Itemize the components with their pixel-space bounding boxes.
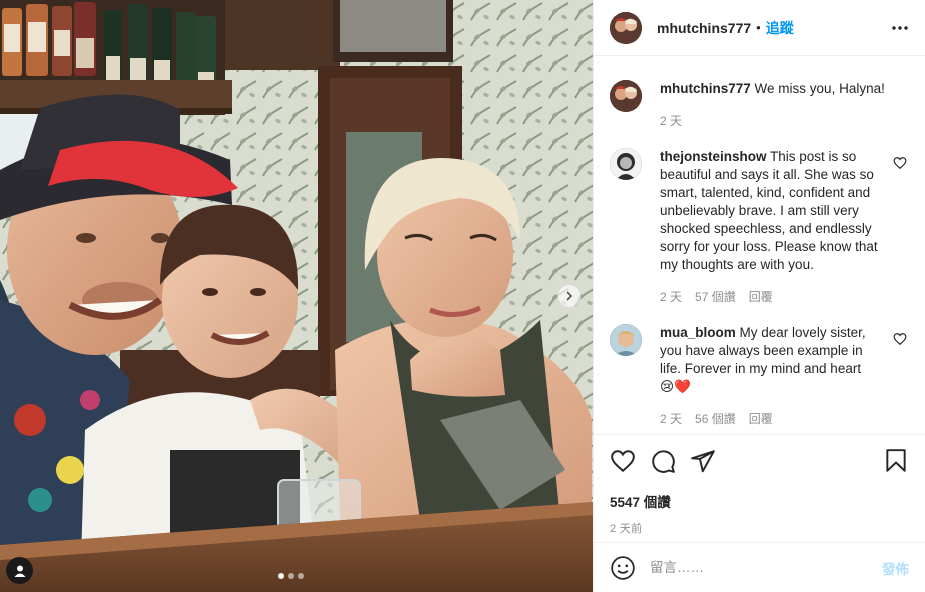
carousel-dot: [298, 573, 304, 579]
comment-body: mua_bloom My dear lovely sister, you hav…: [660, 324, 909, 428]
comment-avatar[interactable]: [610, 324, 642, 356]
comment-avatar[interactable]: [610, 80, 642, 112]
reply-button[interactable]: 回覆: [749, 410, 773, 428]
post-time[interactable]: 2 天前: [610, 520, 909, 536]
post-header: mhutchins777 • 追蹤: [594, 0, 925, 56]
comment-body: mhutchins777 We miss you, Halyna! 2 天: [660, 80, 909, 130]
comment-age: 2 天: [660, 290, 683, 304]
comment-meta: 2 天 57 個讚 回覆: [660, 288, 887, 306]
post-side-panel: mhutchins777 • 追蹤 mhutchins777 We miss y…: [593, 0, 925, 592]
comment-avatar-image: [610, 148, 642, 180]
author-avatar[interactable]: [610, 11, 642, 44]
author-avatar-image: [610, 11, 642, 44]
comment-meta: 2 天: [660, 112, 887, 130]
heart-icon[interactable]: [893, 156, 907, 170]
reply-button[interactable]: 回覆: [749, 288, 773, 306]
author-username[interactable]: mhutchins777: [657, 20, 751, 36]
add-comment-bar: 發佈: [594, 542, 925, 592]
next-image-button[interactable]: [557, 284, 581, 308]
caption: mhutchins777 We miss you, Halyna! 2 天: [610, 80, 909, 130]
heart-icon[interactable]: [893, 332, 907, 346]
header-separator: •: [756, 20, 761, 35]
photo-scene: [0, 0, 593, 592]
likes-count[interactable]: 5547 個讚: [610, 491, 909, 511]
post-comment-button[interactable]: 發佈: [882, 558, 909, 578]
comment-text: This post is so beautiful and says it al…: [660, 149, 878, 272]
comment-body: thejonsteinshow This post is so beautifu…: [660, 148, 909, 306]
comment-avatar[interactable]: [610, 148, 642, 180]
tagged-user-button[interactable]: [6, 557, 33, 584]
comment: thejonsteinshow This post is so beautifu…: [610, 148, 909, 306]
comment-likes[interactable]: 57 個讚: [695, 288, 736, 306]
comment: mua_bloom My dear lovely sister, you hav…: [610, 324, 909, 428]
comment-avatar-image: [610, 324, 642, 356]
comment-meta: 2 天 56 個讚 回覆: [660, 410, 887, 428]
user-icon: [14, 565, 25, 577]
comment-username[interactable]: thejonsteinshow: [660, 149, 767, 164]
carousel-dot-active: [278, 573, 284, 579]
comment-username[interactable]: mhutchins777: [660, 81, 751, 96]
comment-username[interactable]: mua_bloom: [660, 325, 736, 340]
comment-age: 2 天: [660, 412, 683, 426]
follow-button[interactable]: 追蹤: [766, 18, 794, 38]
more-options-button[interactable]: [891, 19, 909, 37]
comment-likes[interactable]: 56 個讚: [695, 410, 736, 428]
comments-list[interactable]: mhutchins777 We miss you, Halyna! 2 天 th…: [594, 56, 925, 434]
comment-icon[interactable]: [650, 448, 676, 474]
chevron-right-icon: [566, 291, 573, 301]
post-photo[interactable]: [0, 0, 593, 592]
carousel-dot: [288, 573, 294, 579]
bookmark-icon[interactable]: [883, 448, 909, 474]
carousel-indicator: [278, 573, 304, 579]
more-horizontal-icon: [892, 25, 908, 30]
comment-age: 2 天: [660, 114, 683, 128]
heart-icon[interactable]: [610, 448, 636, 474]
comment-input[interactable]: [650, 560, 882, 575]
comment-text: We miss you, Halyna!: [754, 81, 885, 96]
paper-plane-icon[interactable]: [690, 448, 716, 474]
emoji-icon[interactable]: [610, 555, 636, 581]
post-dialog: mhutchins777 • 追蹤 mhutchins777 We miss y…: [0, 0, 925, 592]
post-actions: 5547 個讚 2 天前: [594, 434, 925, 542]
action-icons: [610, 445, 909, 477]
caption-avatar-image: [610, 80, 642, 112]
comment-emoji: 😢❤️: [660, 379, 691, 394]
